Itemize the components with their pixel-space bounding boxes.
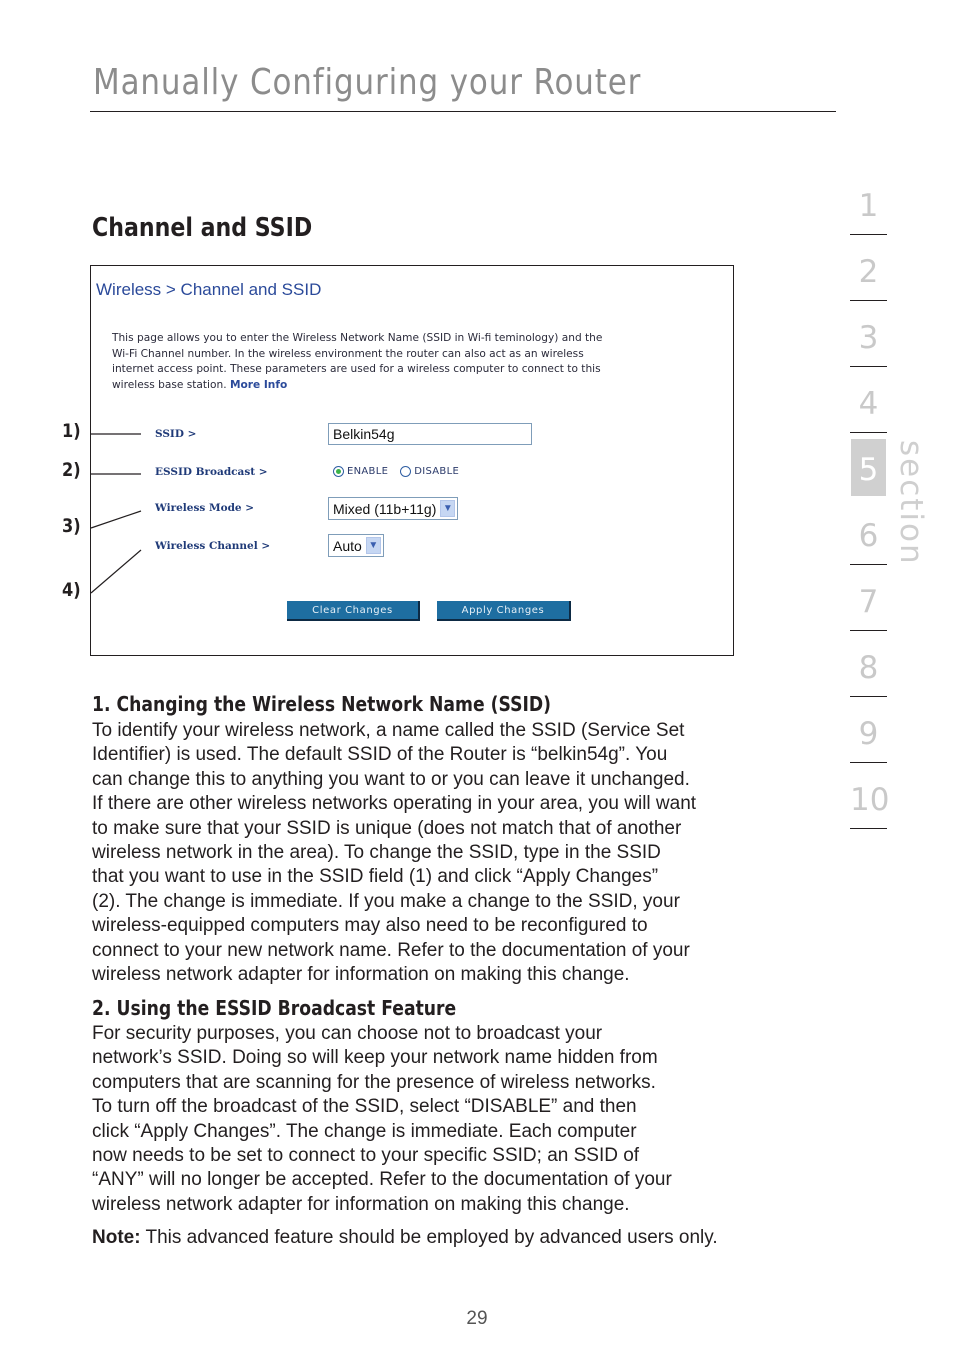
body-line: click “Apply Changes”. The change is imm… [92, 1120, 637, 1142]
nav-divider [850, 234, 887, 235]
wireless-channel-label: Wireless Channel > [155, 540, 271, 552]
more-info-link[interactable]: More Info [230, 379, 287, 391]
section-nav-item-8[interactable]: 8 [850, 644, 887, 710]
subsection-heading-2: 2. Using the ESSID Broadcast Feature [92, 996, 457, 1020]
body-line: connect to your new network name. Refer … [92, 939, 690, 961]
body-line: network’s SSID. Doing so will keep your … [92, 1047, 658, 1069]
body-line: wireless-equipped computers may also nee… [92, 915, 648, 937]
body-line: computers that are scanning for the pres… [92, 1071, 656, 1093]
page-description: This page allows you to enter the Wirele… [112, 331, 712, 393]
nav-divider [850, 762, 887, 763]
section-nav-item-10[interactable]: 10 [850, 776, 890, 842]
section-number: 10 [850, 782, 890, 818]
body-line: to make sure that your SSID is unique (d… [92, 817, 682, 839]
body-line: If there are other wireless networks ope… [92, 793, 697, 815]
nav-divider [850, 300, 887, 301]
note-label: Note: [92, 1227, 141, 1248]
section-number: 7 [858, 584, 879, 620]
disable-radio-label[interactable]: DISABLE [414, 466, 459, 477]
breadcrumb: Wireless > Channel and SSID [96, 280, 322, 299]
title-divider [90, 111, 836, 112]
section-nav-item-6[interactable]: 6 [850, 512, 887, 578]
description-line: wireless base station. [112, 378, 227, 391]
nav-divider [850, 432, 887, 433]
section-number: 9 [858, 716, 879, 752]
nav-divider [850, 366, 887, 367]
callout-4: 4) [62, 579, 81, 601]
description-line: internet access point. These parameters … [112, 363, 601, 376]
nav-divider [850, 630, 887, 631]
section-number: 8 [858, 650, 879, 686]
section-number: 6 [858, 518, 879, 554]
callout-2: 2) [62, 459, 81, 481]
section-heading: Channel and SSID [92, 213, 313, 243]
note: Note: This advanced feature should be em… [92, 1227, 718, 1249]
enable-radio-label[interactable]: ENABLE [347, 466, 388, 477]
wireless-channel-value: Auto [333, 537, 362, 554]
body-line: Identifier) is used. The default SSID of… [92, 744, 668, 766]
ssid-label: SSID > [155, 428, 197, 440]
clear-changes-button[interactable]: Clear Changes [287, 601, 420, 621]
body-line: “ANY” will no longer be accepted. Refer … [92, 1169, 672, 1191]
body-line: For security purposes, you can choose no… [92, 1023, 603, 1044]
subsection-body-2: For security purposes, you can choose no… [92, 1022, 792, 1217]
body-line: wireless network adapter for information… [92, 964, 630, 986]
subsection-heading-1: 1. Changing the Wireless Network Name (S… [92, 692, 552, 716]
body-line: wireless network in the area). To change… [92, 842, 661, 864]
body-line: now needs to be set to connect to your s… [92, 1145, 640, 1167]
section-number: 3 [858, 320, 879, 356]
wireless-channel-select[interactable]: Auto ▼ [328, 534, 384, 557]
nav-divider [850, 828, 887, 829]
subsection-body-1: To identify your wireless network, a nam… [92, 719, 792, 987]
body-line: (2). The change is immediate. If you mak… [92, 890, 680, 912]
callout-3: 3) [62, 515, 81, 537]
callout-1: 1) [62, 420, 81, 442]
body-line: that you want to use in the SSID field (… [92, 866, 659, 888]
body-line: can change this to anything you want to … [92, 768, 690, 790]
section-nav-item-1[interactable]: 1 [850, 182, 887, 248]
section-number-active: 5 [858, 452, 879, 488]
enable-radio[interactable] [333, 466, 344, 477]
essid-broadcast-label: ESSID Broadcast > [155, 466, 268, 478]
disable-radio[interactable] [400, 466, 412, 477]
wireless-mode-label: Wireless Mode > [155, 502, 255, 514]
ssid-input[interactable]: Belkin54g [328, 423, 532, 445]
radio-selected-dot [336, 469, 341, 474]
chevron-down-icon[interactable]: ▼ [365, 537, 381, 554]
description-line: Wi-Fi Channel number. In the wireless en… [112, 347, 584, 360]
section-nav-item-7[interactable]: 7 [850, 578, 887, 644]
nav-divider [850, 696, 887, 697]
note-text: This advanced feature should be employed… [140, 1227, 718, 1248]
description-line: This page allows you to enter the Wirele… [112, 332, 603, 344]
section-nav-item-3[interactable]: 3 [850, 314, 887, 380]
nav-divider [850, 564, 887, 565]
chevron-down-icon[interactable]: ▼ [440, 500, 456, 517]
section-number: 4 [858, 386, 879, 422]
essid-broadcast-radio-group: ENABLE DISABLE [333, 466, 471, 477]
section-number: 2 [858, 254, 879, 290]
body-line: To turn off the broadcast of the SSID, s… [92, 1096, 637, 1118]
section-label: section [893, 440, 929, 566]
wireless-mode-value: Mixed (11b+11g) [333, 500, 437, 517]
section-nav: 1 2 3 4 5 6 7 8 9 10 [850, 182, 890, 842]
section-nav-item-2[interactable]: 2 [850, 248, 887, 314]
body-line: To identify your wireless network, a nam… [92, 720, 685, 741]
section-nav-item-4[interactable]: 4 [850, 380, 887, 446]
section-nav-item-5[interactable]: 5 [850, 446, 887, 512]
section-nav-item-9[interactable]: 9 [850, 710, 887, 776]
wireless-mode-select[interactable]: Mixed (11b+11g) ▼ [328, 497, 459, 520]
section-number: 1 [858, 188, 879, 224]
page-title: Manually Configuring your Router [93, 62, 642, 103]
body-line: wireless network adapter for information… [92, 1193, 630, 1215]
apply-changes-button[interactable]: Apply Changes [437, 601, 571, 621]
router-screenshot: Wireless > Channel and SSID This page al… [90, 265, 734, 656]
page-number: 29 [466, 1308, 488, 1329]
